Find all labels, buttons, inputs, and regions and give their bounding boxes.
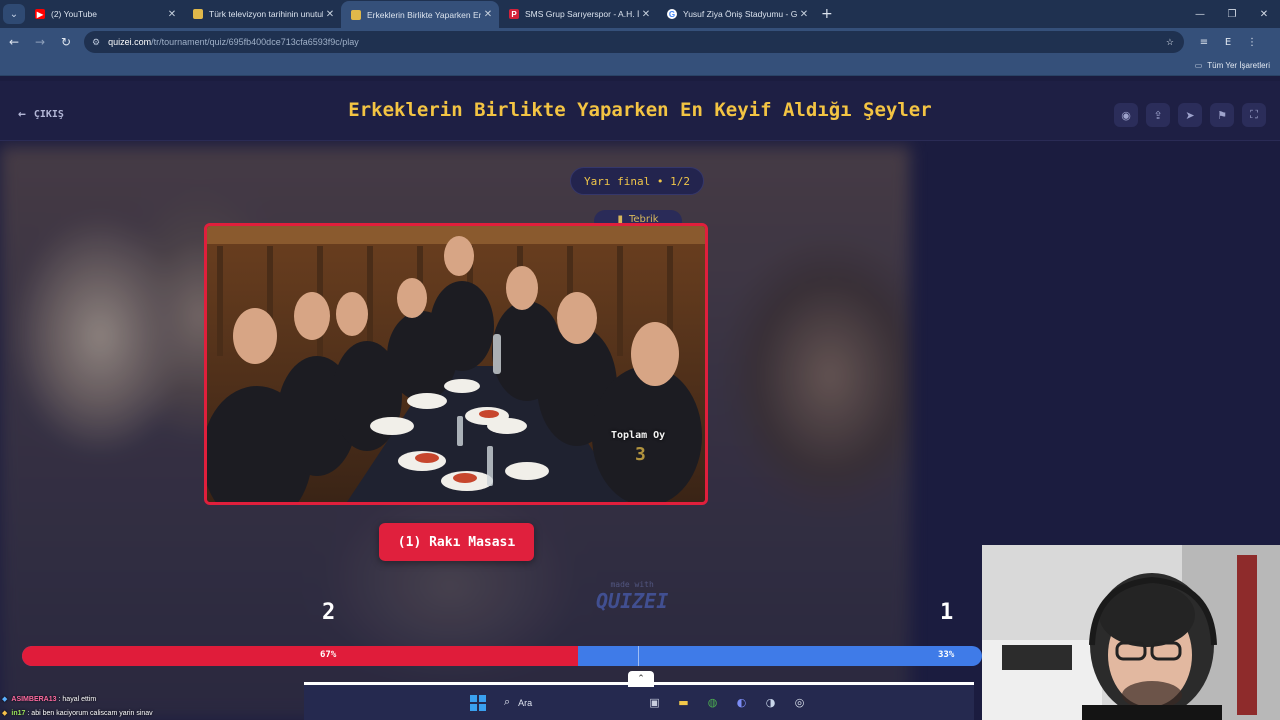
tab-youtube[interactable]: ▶ (2) YouTube ✕ <box>25 2 183 26</box>
percent-left: 67% <box>320 650 337 660</box>
choice-card[interactable]: Toplam Oy 3 <box>204 223 708 505</box>
windows-start-icon[interactable] <box>470 694 486 711</box>
score-right: 1 <box>940 600 954 625</box>
chat-message: : abi ben kaciyorum caliscam yarin sinav <box>27 709 153 717</box>
tab-tv-history[interactable]: Türk televizyon tarihinin unutul ✕ <box>183 2 341 26</box>
quiz-toolbar: ◉ ⇪ ➤ ⚑ ⛶ <box>1106 103 1266 127</box>
taskbar-search[interactable]: ⌕ Ara <box>500 692 640 714</box>
reload-icon[interactable]: ↻ <box>54 30 78 54</box>
choice-button[interactable]: (1) Rakı Masası <box>379 523 534 561</box>
steam-icon[interactable]: ◑ <box>756 692 785 714</box>
total-votes-label: Toplam Oy <box>611 430 666 441</box>
address-toolbar: ← → ↻ ⚙ quizei.com/tr/tournament/quiz/69… <box>0 28 1280 56</box>
share-icon[interactable]: ⇪ <box>1146 103 1170 127</box>
quizei-icon <box>351 9 361 20</box>
close-tab-icon[interactable]: ✕ <box>165 9 179 20</box>
browser-tab-strip: ⌄ ▶ (2) YouTube ✕ Türk televizyon tarihi… <box>0 0 1280 28</box>
file-explorer-icon[interactable]: ▬ <box>669 692 698 714</box>
percent-right: 33% <box>938 650 955 660</box>
tab-search-icon[interactable]: ⌄ <box>3 4 25 24</box>
menu-icon[interactable]: ⋮ <box>1240 31 1264 53</box>
taskbar-search-label: Ara <box>518 697 533 708</box>
new-tab-icon[interactable]: + <box>821 6 833 22</box>
tab-title: Türk televizyon tarihinin unutul <box>209 9 323 19</box>
tab-title: Erkeklerin Birlikte Yaparken En I <box>367 9 481 20</box>
url-host: quizei.com <box>108 37 152 47</box>
close-tab-icon[interactable]: ✕ <box>639 9 653 20</box>
exit-button[interactable]: ← ÇIKIŞ <box>18 107 64 122</box>
webcam-image <box>982 545 1280 720</box>
round-indicator: Yarı final • 1/2 <box>570 167 704 195</box>
watermark-small: made with <box>610 580 654 589</box>
tab-title: Yusuf Ziya Öniş Stadyumu - Go <box>683 9 797 19</box>
chat-line: ◆ in17 : abi ben kaciyorum caliscam yari… <box>2 706 153 720</box>
chat-user: in17 <box>11 709 26 717</box>
tab-stadium[interactable]: G Yusuf Ziya Öniş Stadyumu - Go ✕ <box>657 2 815 26</box>
stream-chat: ◆ ASIMBERA13 : hayal ettim ◆ in17 : abi … <box>2 692 153 720</box>
task-view-icon[interactable]: ▣ <box>640 692 669 714</box>
fullscreen-icon[interactable]: ⛶ <box>1242 103 1266 127</box>
close-tab-icon[interactable]: ✕ <box>797 9 811 20</box>
forward-icon[interactable]: → <box>28 30 52 54</box>
progress-midline <box>638 646 639 666</box>
site-info-icon[interactable]: ⚙ <box>92 37 100 48</box>
chat-badge-icon: ◆ <box>2 696 8 703</box>
p-icon: P <box>509 9 519 19</box>
back-icon[interactable]: ← <box>2 30 26 54</box>
all-bookmarks-link[interactable]: Tüm Yer İşaretleri <box>1207 61 1270 70</box>
windows-taskbar: ⌃ ⌕ Ara ▣ ▬ ◍ ◐ ◑ ◎ <box>304 671 974 720</box>
obs-icon[interactable]: ◎ <box>785 692 814 714</box>
bookmark-star-icon[interactable]: ☆ <box>1166 37 1174 48</box>
search-icon: ⌕ <box>504 696 511 708</box>
send-icon[interactable]: ➤ <box>1178 103 1202 127</box>
url-field[interactable]: ⚙ quizei.com/tr/tournament/quiz/695fb400… <box>84 31 1184 53</box>
total-votes-count: 3 <box>635 444 646 465</box>
discord-icon[interactable]: ◐ <box>727 692 756 714</box>
vote-progress-bar: 67% 33% <box>22 646 982 666</box>
tab-title: SMS Grup Sarıyerspor - A.H. İğ <box>525 9 639 19</box>
url-path: /tr/tournament/quiz/695fb400dce713cfa659… <box>151 37 359 47</box>
arrow-left-icon: ← <box>18 107 26 122</box>
minimize-icon[interactable]: — <box>1184 0 1216 28</box>
tab-quizei[interactable]: Erkeklerin Birlikte Yaparken En I ✕ <box>341 1 499 28</box>
chat-line: ◆ ASIMBERA13 : hayal ettim <box>2 692 153 706</box>
score-left: 2 <box>322 600 336 625</box>
quiz-header: ← ÇIKIŞ Erkeklerin Birlikte Yaparken En … <box>0 81 1280 141</box>
quiz-title: Erkeklerin Birlikte Yaparken En Keyif Al… <box>348 99 932 121</box>
chevron-up-icon[interactable]: ⌃ <box>628 671 654 687</box>
profile-avatar[interactable]: E <box>1216 31 1240 53</box>
chat-badge-icon: ◆ <box>2 710 8 717</box>
close-window-icon[interactable]: ✕ <box>1248 0 1280 28</box>
youtube-icon: ▶ <box>35 9 45 19</box>
bookmarks-bar: ▭ Tüm Yer İşaretleri <box>0 56 1280 76</box>
chat-message: : hayal ettim <box>58 695 97 703</box>
chat-user: ASIMBERA13 <box>11 695 57 703</box>
web-icon <box>193 9 203 19</box>
tab-sariyerspor[interactable]: P SMS Grup Sarıyerspor - A.H. İğ ✕ <box>499 2 657 26</box>
chrome-icon[interactable]: ◍ <box>698 692 727 714</box>
close-tab-icon[interactable]: ✕ <box>323 9 337 20</box>
vote-progress-left <box>22 646 578 666</box>
streamer-webcam <box>982 545 1280 720</box>
tab-title: (2) YouTube <box>51 9 97 19</box>
window-controls: — ❐ ✕ <box>1184 0 1280 28</box>
restore-icon[interactable]: ❐ <box>1216 0 1248 28</box>
flag-icon[interactable]: ⚑ <box>1210 103 1234 127</box>
watermark-logo: QUIZEI <box>596 589 669 613</box>
close-tab-icon[interactable]: ✕ <box>481 9 495 20</box>
google-icon: G <box>667 9 677 19</box>
eye-icon[interactable]: ◉ <box>1114 103 1138 127</box>
quizei-watermark: made with QUIZEI <box>596 580 668 613</box>
exit-label: ÇIKIŞ <box>33 109 64 120</box>
choice-photo <box>207 226 705 502</box>
media-control-icon[interactable]: ≡ <box>1192 31 1216 53</box>
folder-icon: ▭ <box>1194 61 1203 70</box>
